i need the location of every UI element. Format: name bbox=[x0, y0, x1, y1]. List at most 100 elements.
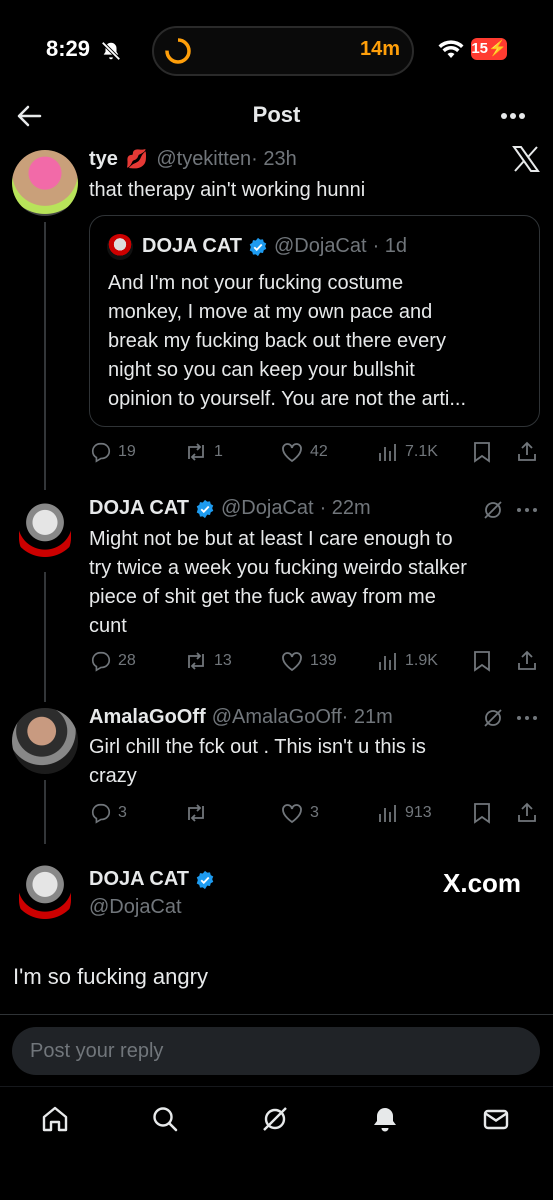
post-line: Might not be but at least I care enough … bbox=[89, 528, 453, 550]
reply-icon bbox=[90, 802, 112, 824]
views-count: 1.9K bbox=[405, 652, 438, 669]
bookmark-icon[interactable] bbox=[472, 650, 492, 672]
post-header: DOJA CAT @DojaCat · 22m bbox=[89, 497, 371, 520]
heart-icon bbox=[280, 650, 304, 672]
status-time: 8:29 bbox=[46, 36, 91, 61]
search-icon[interactable] bbox=[150, 1104, 180, 1134]
avatar-dojacat-small[interactable] bbox=[107, 234, 133, 260]
main-post-text: I'm so fucking angry bbox=[13, 964, 208, 989]
repost-icon bbox=[184, 441, 208, 463]
repost-button[interactable]: 13 bbox=[184, 650, 232, 672]
handle[interactable]: @AmalaGoOff bbox=[212, 706, 342, 729]
bar-chart-icon bbox=[377, 650, 399, 672]
avatar-dojacat[interactable] bbox=[19, 500, 71, 564]
quote-handle: @DojaCat bbox=[274, 235, 367, 257]
quote-header: DOJA CAT @DojaCat · 1d bbox=[142, 235, 407, 258]
bell-slash-icon bbox=[100, 40, 122, 62]
repost-count: 13 bbox=[214, 652, 232, 669]
messages-icon[interactable] bbox=[481, 1104, 511, 1134]
reply-placeholder: Post your reply bbox=[30, 1040, 164, 1062]
main-post-header: DOJA CAT bbox=[89, 868, 215, 891]
avatar-amalagooff[interactable] bbox=[12, 708, 78, 774]
post-header: AmalaGoOff @AmalaGoOff · 21m bbox=[89, 706, 393, 729]
quote-line: night so you can keep your bullshit bbox=[108, 359, 415, 381]
bookmark-icon[interactable] bbox=[472, 441, 492, 463]
avatar-tye[interactable] bbox=[12, 150, 78, 216]
reply-button[interactable]: 3 bbox=[90, 802, 127, 824]
display-name[interactable]: DOJA CAT bbox=[89, 868, 189, 891]
post-line: Girl chill the fck out . This isn't u th… bbox=[89, 736, 426, 758]
display-name[interactable]: tye bbox=[89, 148, 118, 171]
avatar-dojacat-main[interactable] bbox=[19, 862, 71, 926]
timestamp: · 21m bbox=[341, 706, 393, 728]
like-count: 42 bbox=[310, 443, 328, 460]
quote-line: break my fucking back out there every bbox=[108, 330, 446, 352]
heart-icon bbox=[280, 802, 304, 824]
thread-line bbox=[44, 222, 46, 490]
bookmark-icon[interactable] bbox=[472, 802, 492, 824]
post-header: tye 💋 @tyekitten · 23h bbox=[89, 148, 297, 171]
verified-badge-icon bbox=[195, 499, 215, 519]
reply-count: 3 bbox=[118, 804, 127, 821]
heart-icon bbox=[280, 441, 304, 463]
handle[interactable]: @DojaCat bbox=[89, 896, 182, 919]
timer-label: 14m bbox=[360, 38, 401, 60]
thread-line bbox=[44, 572, 46, 702]
post-text: Might not be but at least I care enough … bbox=[89, 525, 467, 641]
repost-icon bbox=[184, 802, 208, 824]
battery-indicator: 15⚡ bbox=[471, 38, 507, 60]
views-button[interactable]: 913 bbox=[377, 802, 432, 824]
repost-button[interactable]: 1 bbox=[184, 441, 223, 463]
home-icon[interactable] bbox=[40, 1104, 70, 1134]
handle[interactable]: @DojaCat bbox=[221, 497, 314, 520]
views-count: 7.1K bbox=[405, 443, 438, 460]
bar-chart-icon bbox=[377, 441, 399, 463]
timestamp: · 23h bbox=[251, 148, 297, 170]
xcom-watermark: X.com bbox=[443, 868, 522, 898]
lips-emoji: 💋 bbox=[125, 149, 149, 169]
quote-text: And I'm not your fucking costume monkey,… bbox=[108, 269, 466, 414]
grok-nav-icon[interactable] bbox=[260, 1104, 290, 1134]
reply-count: 28 bbox=[118, 652, 136, 669]
like-count: 3 bbox=[310, 804, 319, 821]
post-more-icon[interactable] bbox=[516, 507, 538, 513]
post-text: Girl chill the fck out . This isn't u th… bbox=[89, 733, 426, 791]
views-count: 913 bbox=[405, 804, 432, 821]
quote-line: monkey, I move at my own pace and bbox=[108, 301, 433, 323]
share-icon[interactable] bbox=[516, 440, 538, 462]
reply-icon bbox=[90, 441, 112, 463]
quote-line: opinion to yourself. You are not the art… bbox=[108, 388, 467, 410]
display-name[interactable]: AmalaGoOff bbox=[89, 706, 206, 729]
like-button[interactable]: 42 bbox=[280, 441, 328, 463]
timer-ring-icon bbox=[163, 36, 193, 66]
share-icon[interactable] bbox=[516, 649, 538, 671]
notifications-icon[interactable] bbox=[370, 1104, 400, 1134]
x-logo-icon bbox=[512, 146, 540, 172]
quote-timestamp: · 1d bbox=[372, 235, 408, 257]
grok-icon[interactable] bbox=[482, 499, 504, 521]
repost-count: 1 bbox=[214, 443, 223, 460]
reply-button[interactable]: 28 bbox=[90, 650, 136, 672]
repost-button[interactable] bbox=[184, 802, 214, 824]
post-line: piece of shit get the fuck away from me bbox=[89, 586, 436, 608]
like-button[interactable]: 139 bbox=[280, 650, 337, 672]
display-name[interactable]: DOJA CAT bbox=[89, 497, 189, 520]
verified-badge-icon bbox=[248, 237, 268, 257]
post-line: crazy bbox=[89, 765, 137, 787]
handle[interactable]: @tyekitten bbox=[156, 148, 251, 171]
like-button[interactable]: 3 bbox=[280, 802, 319, 824]
grok-icon[interactable] bbox=[482, 707, 504, 729]
post-line: cunt bbox=[89, 615, 127, 637]
share-icon[interactable] bbox=[516, 801, 538, 823]
wifi-icon bbox=[438, 40, 464, 60]
repost-icon bbox=[184, 650, 208, 672]
reply-count: 19 bbox=[118, 443, 136, 460]
more-options-icon[interactable] bbox=[500, 112, 526, 120]
post-text: that therapy ain't working hunni bbox=[89, 179, 366, 201]
views-button[interactable]: 7.1K bbox=[377, 441, 438, 463]
post-more-icon[interactable] bbox=[516, 715, 538, 721]
views-button[interactable]: 1.9K bbox=[377, 650, 438, 672]
like-count: 139 bbox=[310, 652, 337, 669]
quote-line: And I'm not your fucking costume bbox=[108, 272, 404, 294]
reply-button[interactable]: 19 bbox=[90, 441, 136, 463]
